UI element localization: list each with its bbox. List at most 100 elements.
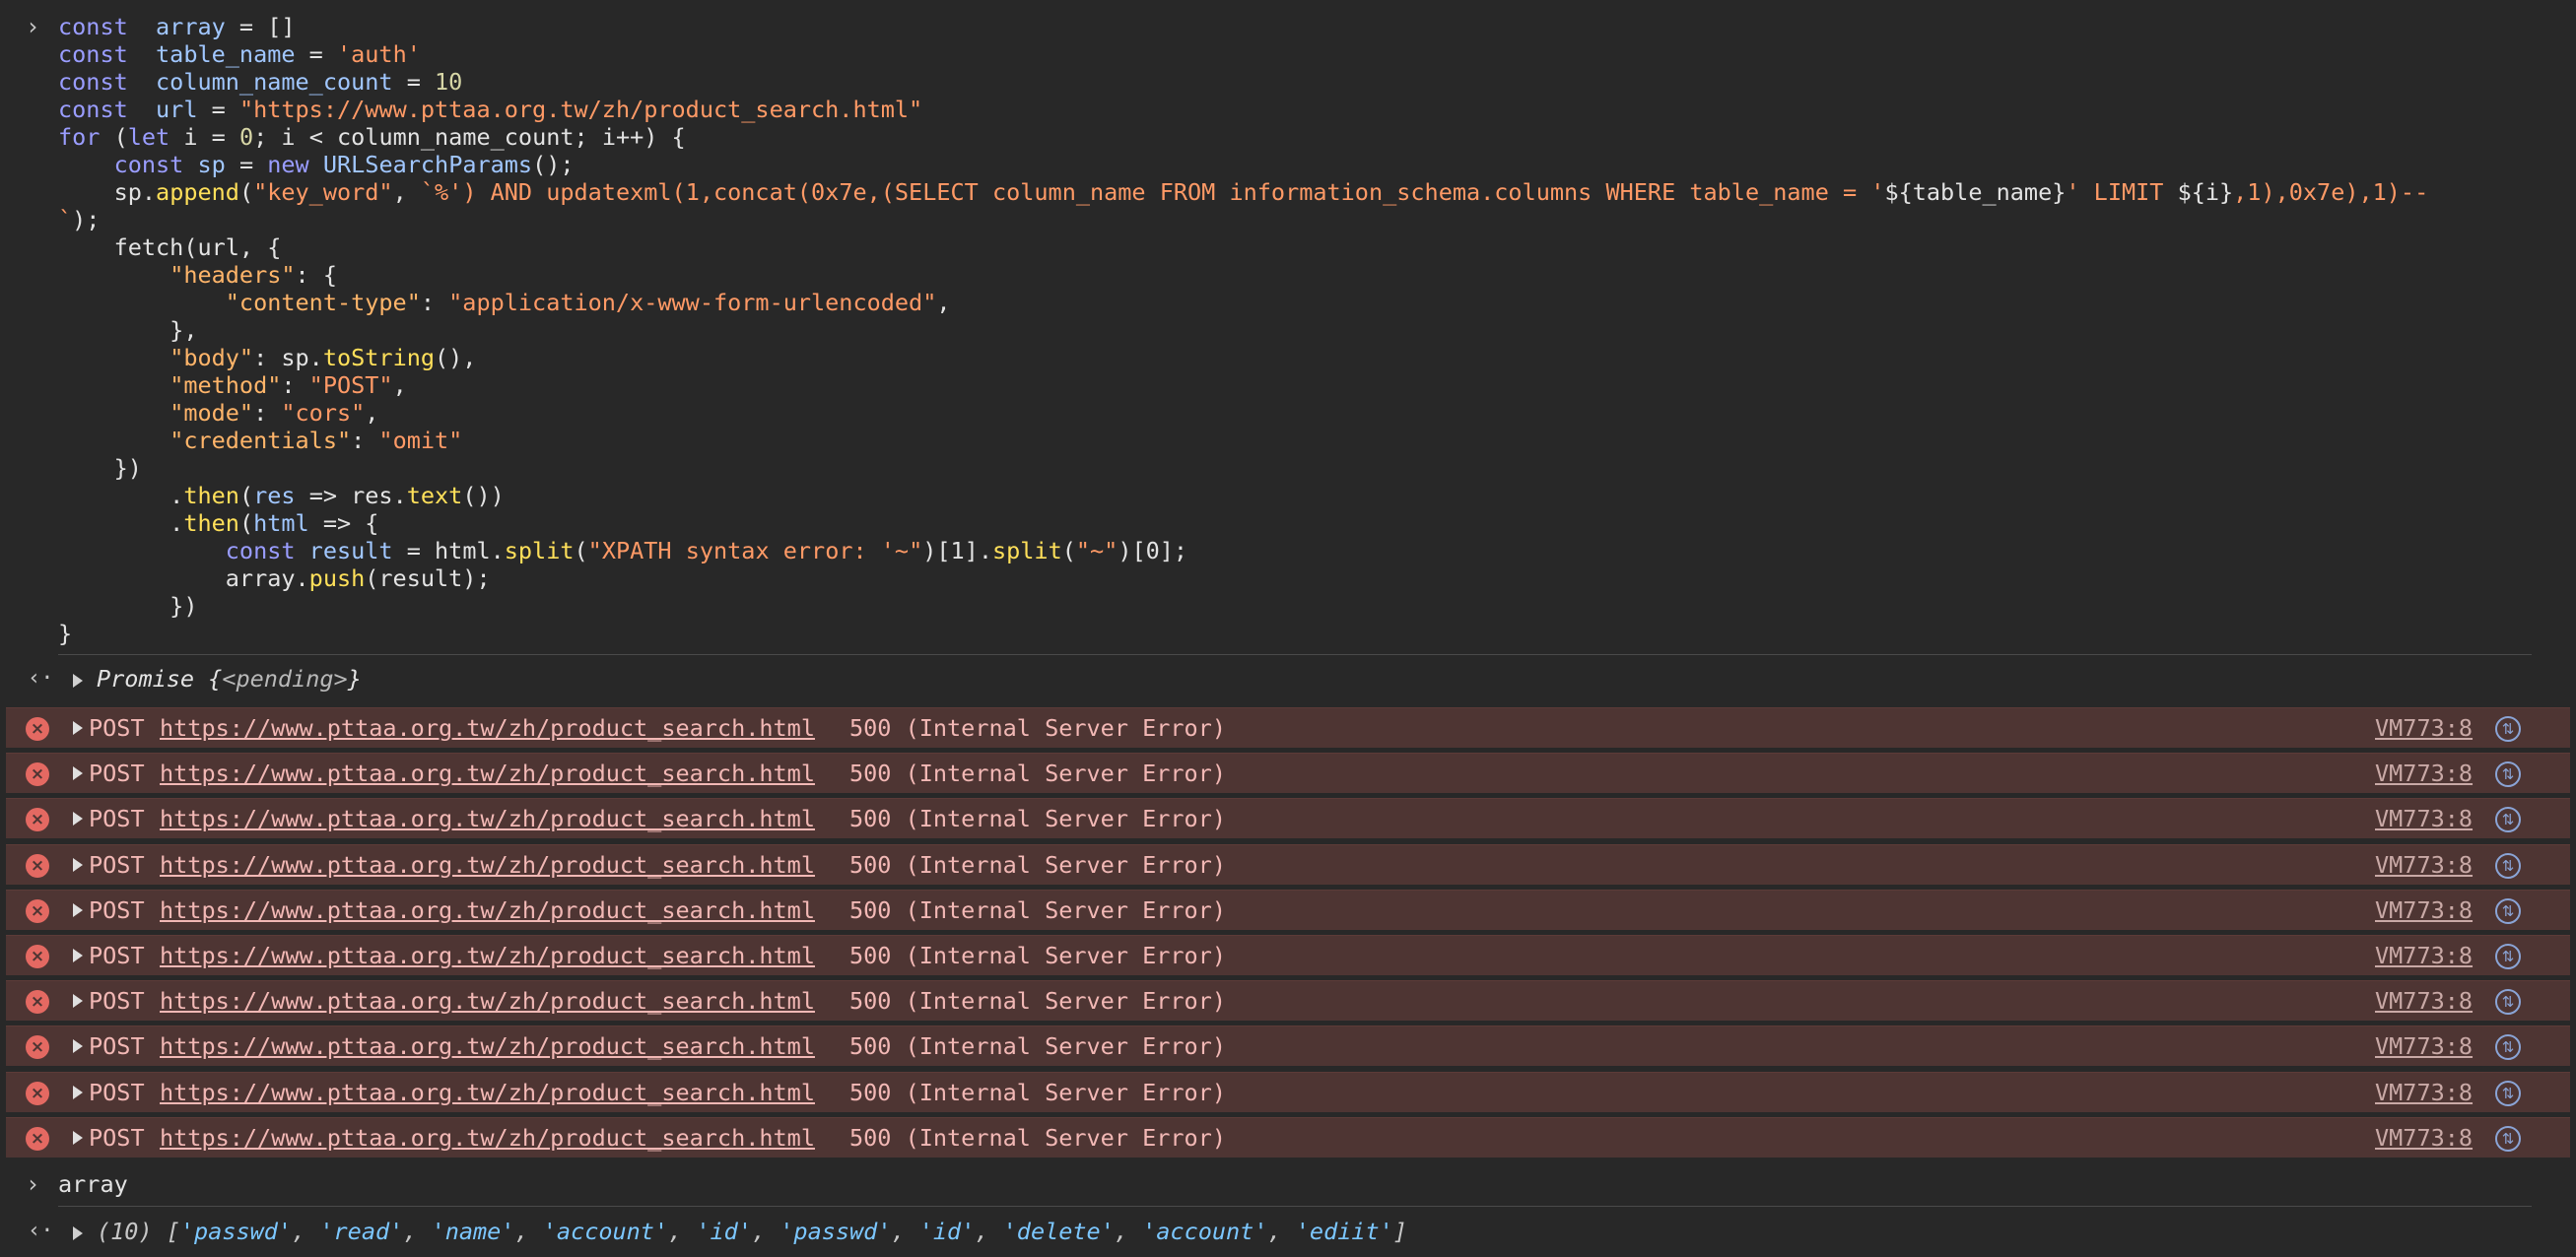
request-url-link[interactable]: https://www.pttaa.org.tw/zh/product_sear… (160, 1031, 815, 1061)
source-location-link[interactable]: VM773:8 (2375, 804, 2473, 833)
promise-result-text: Promise {<pending>} (97, 665, 362, 693)
code-line: const array = [] (58, 13, 296, 40)
response-status: 500 (Internal Server Error) (849, 1032, 1227, 1061)
source-location-link[interactable]: VM773:8 (2375, 1078, 2473, 1107)
expand-triangle-icon[interactable] (73, 902, 83, 917)
code-token: 0 (238, 123, 254, 151)
promise-result-row[interactable]: ‹· Promise {<pending>} (0, 656, 2576, 701)
code-token: = (392, 68, 436, 96)
network-request-icon[interactable]: ⇅ (2495, 1125, 2521, 1152)
code-token: "POST" (308, 371, 393, 399)
expand-triangle-icon[interactable] (73, 1130, 83, 1145)
expand-triangle-icon[interactable] (73, 1085, 83, 1099)
code-line: }) (58, 592, 197, 620)
promise-state: <pending> (222, 665, 348, 693)
array-comma: , (751, 1218, 780, 1245)
error-circle-icon: × (26, 717, 49, 741)
error-row[interactable]: × POST https://www.pttaa.org.tw/zh/product… (6, 843, 2570, 885)
request-url-link[interactable]: https://www.pttaa.org.tw/zh/product_sear… (160, 850, 815, 880)
source-location-link[interactable]: VM773:8 (2375, 895, 2473, 925)
code-token: ( (238, 509, 254, 537)
source-location-link[interactable]: VM773:8 (2375, 759, 2473, 788)
request-url-link[interactable]: https://www.pttaa.org.tw/zh/product_sear… (160, 759, 815, 788)
code-token: let (127, 123, 170, 151)
source-location-link[interactable]: VM773:8 (2375, 1123, 2473, 1153)
code-token: i = (169, 123, 239, 151)
network-request-icon[interactable]: ⇅ (2495, 1034, 2521, 1061)
array-comma: , (1114, 1218, 1143, 1245)
source-location-link[interactable]: VM773:8 (2375, 1031, 2473, 1061)
code-token: : (420, 289, 449, 316)
source-location-link[interactable]: VM773:8 (2375, 986, 2473, 1016)
code-line: "mode": "cors", (58, 399, 378, 427)
code-token: URLSearchParams (322, 151, 533, 178)
network-request-icon[interactable]: ⇅ (2495, 944, 2521, 969)
request-url-link[interactable]: https://www.pttaa.org.tw/zh/product_sear… (160, 804, 815, 833)
expand-triangle-icon[interactable] (73, 994, 83, 1009)
expand-triangle-icon[interactable] (73, 721, 83, 735)
error-row[interactable]: × POST https://www.pttaa.org.tw/zh/product… (6, 980, 2570, 1022)
expand-triangle-icon[interactable] (73, 674, 83, 688)
expand-triangle-icon[interactable] (73, 857, 83, 872)
response-status: 500 (Internal Server Error) (849, 714, 1227, 742)
error-row[interactable]: × POST https://www.pttaa.org.tw/zh/product… (6, 935, 2570, 975)
network-request-icon[interactable]: ⇅ (2495, 897, 2521, 924)
code-token: const (58, 68, 142, 96)
expand-triangle-icon[interactable] (73, 766, 83, 781)
error-row[interactable]: × POST https://www.pttaa.org.tw/zh/product… (6, 753, 2570, 794)
error-circle-icon: × (26, 853, 49, 878)
code-token: , (392, 371, 407, 399)
code-line: .then(res => res.text()) (58, 482, 505, 509)
code-token: for (58, 123, 101, 151)
array-item: 'delete' (1002, 1218, 1115, 1245)
network-request-icon[interactable]: ⇅ (2495, 807, 2521, 833)
error-circle-icon: × (26, 898, 49, 923)
code-line: } (58, 620, 72, 647)
code-token: "application/x-www-form-urlencoded" (448, 289, 937, 316)
code-token: url (141, 96, 198, 123)
error-row[interactable]: × POST https://www.pttaa.org.tw/zh/product… (6, 1025, 2570, 1067)
array-item: 'id' (696, 1218, 752, 1245)
request-url-link[interactable]: https://www.pttaa.org.tw/zh/product_sear… (160, 941, 815, 970)
request-url-link[interactable]: https://www.pttaa.org.tw/zh/product_sear… (160, 713, 815, 743)
network-request-icon[interactable]: ⇅ (2495, 989, 2521, 1016)
code-token: )[1]. (922, 537, 992, 564)
error-row[interactable]: × POST https://www.pttaa.org.tw/zh/product… (6, 1071, 2570, 1112)
error-row[interactable]: × POST https://www.pttaa.org.tw/zh/product… (6, 798, 2570, 839)
array-comma: , (514, 1218, 543, 1245)
network-request-icon[interactable]: ⇅ (2495, 716, 2521, 742)
array-result-row[interactable]: ‹· (10) ['passwd', 'read', 'name', 'acco… (0, 1209, 2576, 1254)
expand-triangle-icon[interactable] (73, 949, 83, 962)
error-row[interactable]: × POST https://www.pttaa.org.tw/zh/product… (6, 1116, 2570, 1158)
expand-triangle-icon[interactable] (73, 1226, 83, 1240)
code-token: "method" (169, 371, 282, 399)
expand-triangle-icon[interactable] (73, 812, 83, 827)
code-line: const sp = new URLSearchParams(); (58, 151, 575, 178)
error-row[interactable]: × POST https://www.pttaa.org.tw/zh/product… (6, 889, 2570, 930)
network-request-icon[interactable]: ⇅ (2495, 761, 2521, 788)
code-token: result (295, 537, 393, 564)
request-url-link[interactable]: https://www.pttaa.org.tw/zh/product_sear… (160, 1078, 815, 1107)
source-location-link[interactable]: VM773:8 (2375, 850, 2473, 880)
array-comma: , (292, 1218, 320, 1245)
source-location-link[interactable]: VM773:8 (2375, 941, 2473, 970)
code-token: const (225, 537, 296, 564)
array-item: 'passwd' (780, 1218, 892, 1245)
array-suffix: ] (1392, 1218, 1407, 1245)
network-request-icon[interactable]: ⇅ (2495, 1080, 2521, 1106)
code-line: array.push(result); (58, 564, 491, 592)
expand-triangle-icon[interactable] (73, 1039, 83, 1054)
request-method: POST (89, 805, 145, 833)
request-url-link[interactable]: https://www.pttaa.org.tw/zh/product_sear… (160, 895, 815, 925)
network-request-icon[interactable]: ⇅ (2495, 852, 2521, 879)
source-location-link[interactable]: VM773:8 (2375, 713, 2473, 743)
code-line: .then(html => { (58, 509, 378, 537)
request-url-link[interactable]: https://www.pttaa.org.tw/zh/product_sear… (160, 986, 815, 1016)
request-url-link[interactable]: https://www.pttaa.org.tw/zh/product_sear… (160, 1123, 815, 1153)
error-circle-icon: × (26, 1035, 49, 1060)
code-token: ' LIMIT (2066, 178, 2178, 206)
error-row[interactable]: × POST https://www.pttaa.org.tw/zh/product… (6, 707, 2570, 748)
